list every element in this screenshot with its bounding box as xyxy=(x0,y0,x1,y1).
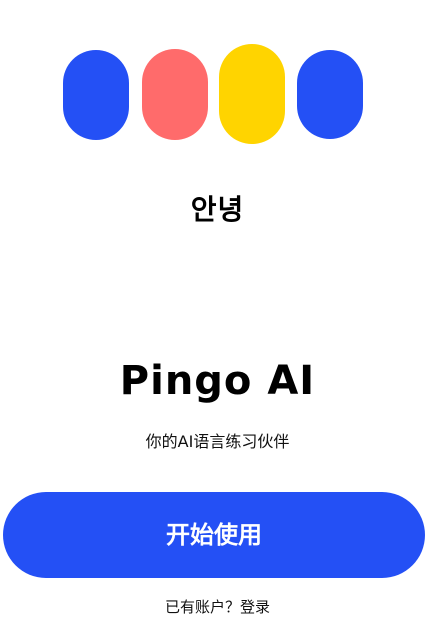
app-tagline: 你的AI语言练习伙伴 xyxy=(145,432,290,451)
logo-pill-blue-right xyxy=(297,50,363,139)
login-prompt: 已有账户？ xyxy=(164,598,240,616)
login-row: 已有账户？登录 xyxy=(0,596,435,617)
app-title: Pingo AI xyxy=(119,358,316,404)
login-link[interactable]: 登录 xyxy=(240,598,270,616)
start-button[interactable]: 开始使用 xyxy=(3,492,425,578)
logo-pill-blue-left xyxy=(63,50,129,140)
greeting-text: 안녕 xyxy=(190,193,245,226)
logo-pill-yellow xyxy=(219,44,285,144)
logo-pill-coral xyxy=(142,49,208,140)
app-logo xyxy=(0,44,435,144)
